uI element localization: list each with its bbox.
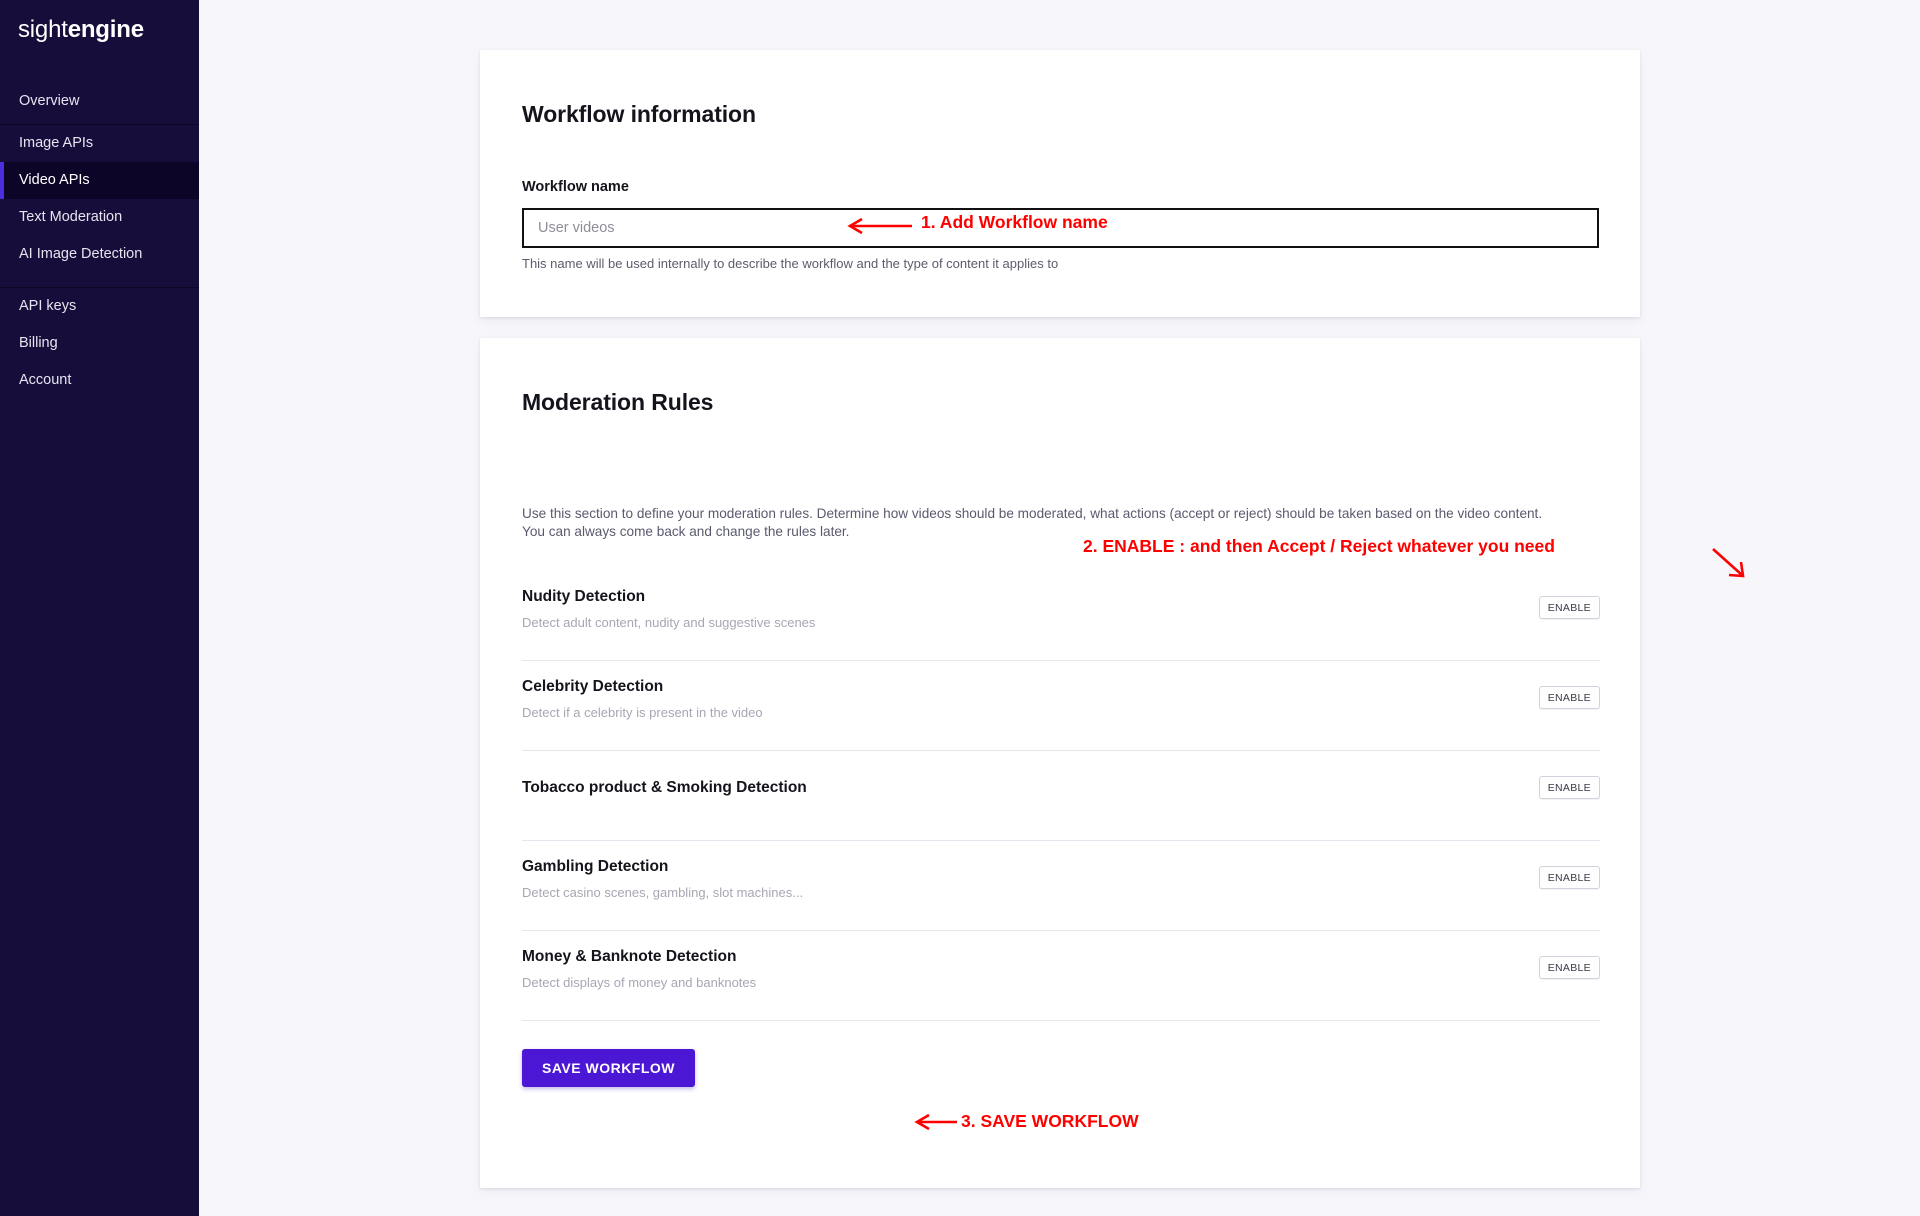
moderation-rules-description-line: You can always come back and change the …	[522, 523, 850, 539]
workflow-information-card: Workflow information Workflow name This …	[480, 50, 1640, 317]
sidebar: sightengine Overview Image APIs Video AP…	[0, 0, 199, 1216]
sidebar-item-account[interactable]: Account	[0, 362, 199, 399]
moderation-rule-row: Nudity Detection Detect adult content, nu…	[522, 571, 1600, 661]
moderation-rule-title: Celebrity Detection	[522, 678, 664, 695]
sidebar-item-api-keys[interactable]: API keys	[0, 288, 199, 325]
save-workflow-button[interactable]: SAVE WORKFLOW	[522, 1049, 696, 1087]
moderation-rules-title: Moderation Rules	[522, 389, 714, 415]
moderation-rule-row: Gambling Detection Detect casino scenes, …	[522, 841, 1600, 931]
sidebar-item-label: Billing	[19, 335, 58, 351]
moderation-rules-list: Nudity Detection Detect adult content, nu…	[522, 571, 1600, 1021]
sidebar-item-image-apis[interactable]: Image APIs	[0, 125, 199, 162]
sidebar-item-label: Text Moderation	[19, 209, 123, 225]
page-root: sightengine Overview Image APIs Video AP…	[0, 0, 1920, 1216]
main-content: Workflow information Workflow name This …	[199, 0, 1920, 1216]
moderation-rule-subtitle: Detect casino scenes, gambling, slot mac…	[522, 885, 804, 900]
moderation-rule-title: Gambling Detection	[522, 858, 669, 875]
sidebar-group-apis: Image APIs Video APIs Text Moderation AI…	[0, 125, 199, 273]
moderation-rule-title: Nudity Detection	[522, 588, 646, 605]
workflow-name-label: Workflow name	[522, 179, 629, 195]
moderation-rule-title: Money & Banknote Detection	[522, 948, 737, 965]
sidebar-item-label: Image APIs	[19, 135, 94, 151]
workflow-name-input[interactable]	[522, 208, 1599, 248]
sidebar-item-billing[interactable]: Billing	[0, 325, 199, 362]
enable-rule-button[interactable]: ENABLE	[1538, 776, 1600, 799]
sidebar-item-label: Overview	[19, 93, 80, 109]
page-title: Workflow information	[522, 101, 756, 127]
enable-rule-button[interactable]: ENABLE	[1538, 596, 1600, 619]
annotation-arrow-2-icon	[1712, 548, 1745, 578]
brand-logo-bold: engine	[67, 16, 144, 43]
sidebar-group-account: API keys Billing Account	[0, 288, 199, 399]
sidebar-item-overview[interactable]: Overview	[0, 83, 199, 120]
sidebar-item-text-moderation[interactable]: Text Moderation	[0, 199, 199, 236]
moderation-rule-row: Money & Banknote Detection Detect display…	[522, 931, 1600, 1021]
moderation-rules-card: Moderation Rules Use this section to def…	[480, 338, 1640, 1188]
brand-logo-light: sight	[18, 16, 68, 43]
moderation-rule-subtitle: Detect adult content, nudity and suggest…	[522, 615, 816, 630]
sidebar-item-label: Account	[19, 372, 72, 388]
enable-rule-button[interactable]: ENABLE	[1538, 686, 1600, 709]
workflow-name-help: This name will be used internally to des…	[522, 256, 1059, 271]
moderation-rule-title: Tobacco product & Smoking Detection	[522, 779, 807, 796]
enable-rule-button[interactable]: ENABLE	[1538, 956, 1600, 979]
sidebar-group-main: Overview	[0, 83, 199, 120]
moderation-rules-description-line: Use this section to define your moderati…	[522, 506, 1543, 521]
moderation-rule-row: Celebrity Detection Detect if a celebrity…	[522, 661, 1600, 751]
sidebar-item-label: API keys	[19, 298, 77, 314]
sidebar-item-label: AI Image Detection	[19, 246, 143, 262]
enable-rule-button[interactable]: ENABLE	[1538, 866, 1600, 889]
sidebar-item-ai-image-detection[interactable]: AI Image Detection	[0, 236, 199, 273]
brand-logo[interactable]: sightengine	[18, 18, 144, 42]
sidebar-item-video-apis[interactable]: Video APIs	[0, 162, 199, 199]
moderation-rule-subtitle: Detect if a celebrity is present in the …	[522, 705, 763, 720]
moderation-rule-row: Tobacco product & Smoking Detection ENABL…	[522, 751, 1600, 841]
sidebar-item-label: Video APIs	[19, 172, 90, 188]
moderation-rules-description: Use this section to define your moderati…	[522, 505, 1600, 540]
moderation-rule-subtitle: Detect displays of money and banknotes	[522, 975, 757, 990]
